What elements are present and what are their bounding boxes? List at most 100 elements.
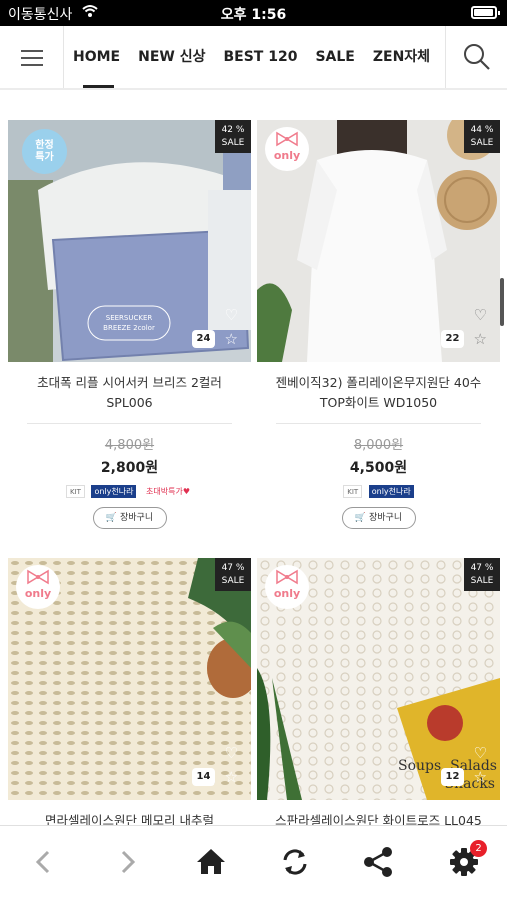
product-image[interactable]: only 44 % SALE ♡ ☆ 22 [257,120,500,362]
heart-icon[interactable]: ♡ [225,306,238,324]
product-code: TOP화이트 WD1050 [319,395,438,410]
status-time: 오후 1:56 [220,7,287,23]
product-title-line: 젠베이직32) 폴리레이온무지원단 40수 [275,375,482,390]
sale-label: SALE [470,576,494,586]
tag-only: only천나라 [91,485,137,498]
limited-special-badge: 한정 특가 [22,129,67,174]
battery-icon [471,6,500,19]
only-badge: only [16,565,60,609]
menu-icon-line [21,57,43,59]
menu-icon [21,50,43,52]
product-title[interactable]: 스판라셀레이스원단 화이트로즈 LL045 [257,811,500,825]
product-title[interactable]: 면라셀레이스원단 메모리 내추럴 [8,811,251,825]
product-tags: KIT only천나라 초대박특가♥ [8,485,251,501]
count-badge: 22 [441,330,464,348]
settings-button[interactable]: 2 [442,840,487,884]
svg-text:BREEZE 2color: BREEZE 2color [103,324,155,332]
star-icon[interactable]: ☆ [225,768,238,786]
star-icon[interactable]: ☆ [474,330,487,348]
product-card[interactable]: Soups, Salads Snacks only 47 % SALE ♡ ☆ 1… [257,558,500,825]
product-title-line: 스판라셀레이스원단 화이트로즈 LL045 [275,813,482,825]
share-button[interactable] [357,840,401,884]
only-badge: only [265,127,309,171]
product-grid: SEERSUCKER BREEZE 2color 한정 특가 42 % SALE ♡… [0,92,507,825]
sale-label: SALE [221,576,245,586]
tab-best[interactable]: BEST 120 [214,26,306,88]
count-badge: 12 [441,768,464,786]
home-icon [197,849,225,874]
search-icon [464,44,490,70]
refresh-button[interactable] [273,840,317,884]
divider [276,423,481,424]
sale-label: SALE [221,138,245,148]
only-badge: only [265,565,309,609]
cart-icon: 🛒 [105,513,118,523]
product-title[interactable]: 젠베이직32) 폴리레이온무지원단 40수 TOP화이트 WD1050 [257,373,500,413]
add-to-cart-button[interactable]: 🛒 장바구니 [341,507,416,529]
product-tags: KIT only천나라 [257,485,500,501]
menu-button[interactable] [0,26,64,88]
only-label: only [273,149,301,162]
product-code: SPL006 [106,395,153,410]
product-card[interactable]: only 44 % SALE ♡ ☆ 22 젠베이직32) 폴리레이온무지원단 4… [257,120,500,529]
original-price: 8,000원 [353,438,404,453]
forward-icon [121,850,136,874]
sale-badge: 47 % SALE [464,558,500,591]
back-button[interactable] [22,840,66,884]
sale-badge: 47 % SALE [215,558,251,591]
scrollbar[interactable] [500,278,504,326]
product-title-line: 초대폭 리플 시어서커 브리즈 2컬러 [37,375,222,390]
star-icon[interactable]: ☆ [225,330,238,348]
sale-price: 2,800원 [100,460,159,476]
tab-home[interactable]: HOME [64,26,129,88]
product-card[interactable]: only 47 % SALE ♡ ☆ 14 면라셀레이스원단 메모리 내추럴 [8,558,251,825]
only-label: only [273,587,301,600]
product-image[interactable]: Soups, Salads Snacks only 47 % SALE ♡ ☆ 1… [257,558,500,800]
heart-icon[interactable]: ♡ [225,744,238,762]
product-image[interactable]: only 47 % SALE ♡ ☆ 14 [8,558,251,800]
bow-icon [276,131,298,147]
tag-kit: KIT [65,485,85,498]
product-title-line: 면라셀레이스원단 메모리 내추럴 [45,813,214,825]
sale-label: SALE [470,138,494,148]
cart-icon: 🛒 [354,513,367,523]
heart-icon[interactable]: ♡ [474,306,487,324]
tab-sale[interactable]: SALE [306,26,363,88]
cart-label: 장바구니 [119,513,154,523]
sale-percent: 47 % [470,563,494,573]
product-card[interactable]: SEERSUCKER BREEZE 2color 한정 특가 42 % SALE ♡… [8,120,251,529]
refresh-icon [283,849,307,875]
bow-icon [276,569,298,585]
star-icon[interactable]: ☆ [474,768,487,786]
sale-price: 4,500원 [349,460,408,476]
notification-badge: 2 [470,840,487,857]
sale-percent: 47 % [221,563,245,573]
forward-button[interactable] [105,840,149,884]
sale-badge: 44 % SALE [464,120,500,153]
sale-badge: 42 % SALE [215,120,251,153]
menu-icon-line [21,64,43,66]
product-title[interactable]: 초대폭 리플 시어서커 브리즈 2컬러 SPL006 [8,373,251,413]
add-to-cart-button[interactable]: 🛒 장바구니 [92,507,167,529]
count-badge: 14 [192,768,215,786]
back-icon [35,850,50,874]
cart-label: 장바구니 [368,513,403,523]
tag-only: only천나라 [368,485,414,498]
bow-icon [27,569,49,585]
product-image[interactable]: SEERSUCKER BREEZE 2color 한정 특가 42 % SALE ♡… [8,120,251,362]
search-button[interactable] [445,26,507,88]
category-tabs: HOME NEW 신상 BEST 120 SALE ZEN자체 [64,26,445,88]
bottom-toolbar: 2 [0,825,507,900]
share-icon [364,847,392,877]
heart-icon[interactable]: ♡ [474,744,487,762]
divider [27,423,232,424]
original-price: 4,800원 [104,438,155,453]
top-navigation: HOME NEW 신상 BEST 120 SALE ZEN자체 [0,26,507,90]
tab-zen[interactable]: ZEN자체 [364,26,439,88]
sale-percent: 42 % [221,125,245,135]
status-bar: 이동통신사 오후 1:56 [0,0,507,26]
tag-event: 초대박특가♥ [146,487,191,496]
home-button[interactable] [189,840,233,884]
sale-percent: 44 % [470,125,494,135]
tab-new[interactable]: NEW 신상 [129,26,214,88]
